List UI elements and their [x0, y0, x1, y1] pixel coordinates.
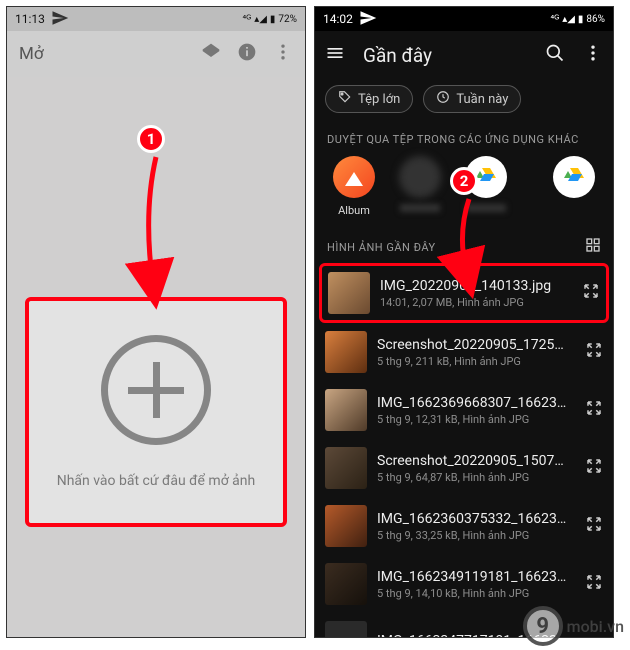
layers-icon[interactable]: [201, 42, 221, 66]
callout-1: 1: [137, 125, 165, 153]
app-album[interactable]: Album: [327, 156, 381, 217]
watermark: 9 mobi.vn: [523, 606, 624, 646]
tag-icon: [338, 90, 352, 108]
chip-label: Tệp lớn: [358, 92, 400, 107]
status-battery: 86%: [586, 14, 605, 25]
expand-icon[interactable]: [585, 399, 603, 421]
file-row[interactable]: IMG_1662349119181_16623… 5 thg 9, 14,10 …: [315, 555, 613, 613]
lte-icon: ⁴ᴳ: [551, 14, 560, 25]
browse-apps-label: DUYỆT QUA TỆP TRONG CÁC ỨNG DỤNG KHÁC: [315, 123, 613, 154]
open-image-area[interactable]: Nhấn vào bất cứ đâu để mở ảnh: [25, 297, 287, 527]
arrow-2: [443, 195, 493, 295]
thumbnail: [328, 272, 370, 314]
battery-icon: ▮: [270, 14, 276, 25]
watermark-text: mobi.vn: [567, 617, 624, 636]
file-row[interactable]: Screenshot_20220905_1725… 5 thg 9, 211 k…: [315, 323, 613, 381]
thumbnail: [325, 621, 367, 638]
phone-left: 11:13 ⁴ᴳ ▴◢ ▮ 72% Mở: [6, 6, 306, 638]
expand-icon[interactable]: [585, 573, 603, 595]
file-name: Screenshot_20220905_1725…: [377, 337, 575, 353]
watermark-logo: 9: [523, 606, 563, 646]
page-title: Gần đây: [363, 44, 527, 67]
file-list: IMG_20220906_140133.jpg 14:01, 2,07 MB, …: [315, 263, 613, 638]
lte-icon: ⁴ᴳ: [243, 14, 252, 25]
album-icon: [333, 156, 375, 198]
history-icon: [436, 90, 450, 108]
file-name: IMG_1662349119181_16623…: [377, 569, 575, 585]
battery-icon: ▮: [578, 14, 584, 25]
file-meta: 14:01, 2,07 MB, Hình ảnh JPG: [380, 296, 572, 309]
file-row[interactable]: IMG_1662360375332_16623… 5 thg 9, 33,25 …: [315, 497, 613, 555]
file-meta: 5 thg 9, 12,31 kB, Hình ảnh JPG: [377, 413, 575, 426]
plus-icon: [101, 335, 211, 445]
more-icon[interactable]: [273, 42, 293, 66]
file-row[interactable]: Screenshot_20220905_1507… 5 thg 9, 64,87…: [315, 439, 613, 497]
chip-big-files[interactable]: Tệp lớn: [325, 85, 413, 113]
search-icon[interactable]: [545, 43, 565, 67]
topbar: Mở: [7, 31, 305, 77]
more-icon[interactable]: [583, 43, 603, 67]
thumbnail: [325, 447, 367, 489]
arrow-1: [131, 153, 177, 307]
file-name: IMG_1662369668307_16623…: [377, 395, 575, 411]
app-drive-2[interactable]: [547, 156, 601, 198]
thumbnail: [325, 331, 367, 373]
expand-icon[interactable]: [585, 341, 603, 363]
send-icon: [51, 9, 69, 30]
app-blurred[interactable]: [393, 156, 447, 212]
expand-icon[interactable]: [585, 457, 603, 479]
blurred-icon: [399, 156, 441, 198]
menu-icon[interactable]: [325, 43, 345, 67]
expand-icon[interactable]: [582, 282, 600, 304]
signal-icon: ▴◢: [254, 14, 267, 25]
chip-this-week[interactable]: Tuần này: [423, 85, 521, 113]
file-meta: 5 thg 9, 14,10 kB, Hình ảnh JPG: [377, 587, 575, 600]
topbar: Gần đây: [315, 31, 613, 79]
thumbnail: [325, 389, 367, 431]
status-battery: 72%: [278, 14, 297, 25]
file-row[interactable]: IMG_1662369668307_16623… 5 thg 9, 12,31 …: [315, 381, 613, 439]
phone-right: 14:02 ⁴ᴳ ▴◢ ▮ 86% Gần đây: [314, 6, 614, 638]
file-meta: 5 thg 9, 211 kB, Hình ảnh JPG: [377, 355, 575, 368]
page-title: Mở: [19, 44, 44, 64]
file-meta: 5 thg 9, 64,87 kB, Hình ảnh JPG: [377, 471, 575, 484]
open-hint: Nhấn vào bất cứ đâu để mở ảnh: [57, 473, 256, 489]
status-time: 14:02: [323, 12, 353, 26]
signal-icon: ▴◢: [562, 14, 575, 25]
thumbnail: [325, 505, 367, 547]
app-label: Album: [338, 204, 370, 217]
info-icon[interactable]: [237, 42, 257, 66]
chip-label: Tuần này: [456, 92, 508, 107]
filter-chips: Tệp lớn Tuần này: [315, 79, 613, 123]
grid-view-icon[interactable]: [585, 237, 601, 257]
expand-icon[interactable]: [585, 515, 603, 537]
status-time: 11:13: [15, 12, 45, 26]
thumbnail: [325, 563, 367, 605]
send-icon: [359, 9, 377, 30]
file-name: IMG_1662360375332_16623…: [377, 511, 575, 527]
status-bar: 14:02 ⁴ᴳ ▴◢ ▮ 86%: [315, 7, 613, 31]
app-label: [400, 204, 440, 212]
drive-icon: [553, 156, 595, 198]
file-name: Screenshot_20220905_1507…: [377, 453, 575, 469]
file-meta: 5 thg 9, 33,25 kB, Hình ảnh JPG: [377, 529, 575, 542]
recent-images-label: HÌNH ẢNH GẦN ĐÂY: [327, 241, 436, 254]
status-bar: 11:13 ⁴ᴳ ▴◢ ▮ 72%: [7, 7, 305, 31]
callout-2: 2: [450, 167, 478, 195]
